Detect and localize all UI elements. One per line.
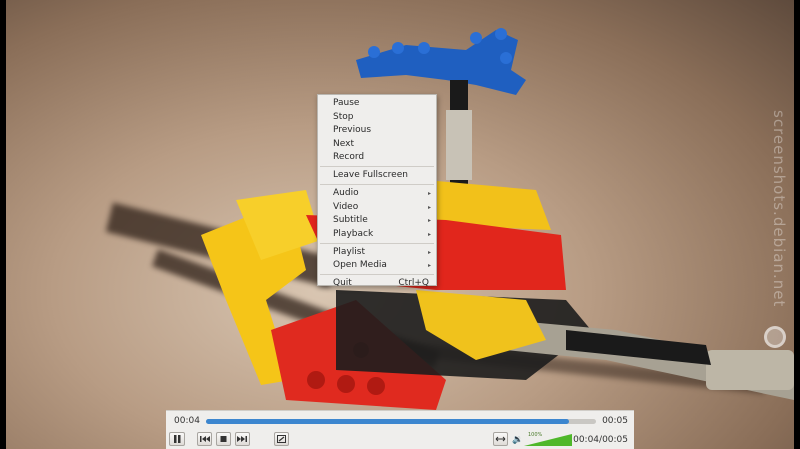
menu-item-leave-fullscreen[interactable]: Leave Fullscreen: [318, 169, 436, 183]
menu-item-label: Open Media: [333, 260, 387, 270]
menu-separator: [320, 242, 434, 244]
vlc-fullscreen-screen: screenshots.debian.net Pause Stop Previo…: [0, 0, 800, 449]
pause-icon: [174, 435, 181, 443]
menu-item-label: Pause: [333, 98, 360, 108]
skip-previous-icon: [200, 436, 210, 442]
menu-item-label: Video: [333, 201, 359, 212]
skip-next-icon: [237, 436, 247, 442]
menu-item-label: Leave Fullscreen: [333, 170, 408, 180]
seek-slider[interactable]: [206, 419, 596, 424]
submenu-arrow-icon: ▸: [427, 248, 431, 256]
watermark-text: screenshots.debian.net: [770, 110, 788, 308]
menu-item-shortcut: Ctrl+Q: [398, 278, 429, 288]
context-menu: Pause Stop Previous Next Record Leave Fu…: [317, 94, 437, 288]
stop-button[interactable]: [216, 432, 231, 446]
submenu-arrow-icon: ▸: [427, 262, 431, 269]
menu-item-label: Quit: [333, 278, 352, 288]
fullscreen-icon: [277, 435, 286, 443]
remaining-time[interactable]: 00:05: [602, 416, 628, 426]
menu-item-label: Record: [333, 152, 365, 162]
menu-separator: [320, 274, 434, 275]
menu-item-label: Playback: [333, 228, 374, 239]
menu-item-video[interactable]: Video ▸: [318, 201, 436, 215]
menu-item-audio[interactable]: Audio ▸: [318, 187, 436, 201]
previous-button[interactable]: [197, 432, 212, 446]
menu-item-next[interactable]: Next: [318, 138, 436, 152]
pause-button[interactable]: [169, 432, 185, 446]
menu-item-playlist[interactable]: Playlist ▸: [318, 246, 436, 260]
speaker-icon[interactable]: 🔉: [512, 435, 523, 445]
menu-separator: [320, 184, 434, 185]
menu-item-label: Next: [333, 138, 354, 149]
watermark-logo: [764, 326, 786, 348]
blue-propeller-piece: [356, 28, 526, 95]
menu-item-stop[interactable]: Stop: [318, 111, 436, 125]
elapsed-time: 00:04: [174, 416, 200, 426]
menu-item-label: Previous: [333, 125, 372, 135]
menu-item-record[interactable]: Record: [318, 151, 436, 165]
menu-item-label: Stop: [333, 111, 354, 122]
fullscreen-controller: 00:04 00:05 🔉 100% 00:04/00:05: [166, 410, 634, 449]
submenu-arrow-icon: ▸: [427, 230, 431, 238]
volume-percent: 100%: [528, 432, 543, 438]
seek-progress: [206, 419, 569, 424]
menu-item-label: Audio: [333, 188, 359, 198]
stop-icon: [220, 436, 227, 442]
menu-item-pause[interactable]: Pause: [318, 97, 436, 111]
submenu-arrow-icon: ▸: [427, 203, 431, 211]
menu-item-label: Subtitle: [333, 215, 368, 225]
fullscreen-button[interactable]: [274, 432, 289, 446]
time-display: 00:04/00:05: [573, 435, 628, 445]
menu-item-previous[interactable]: Previous: [318, 124, 436, 138]
menu-item-subtitle[interactable]: Subtitle ▸: [318, 214, 436, 228]
menu-item-label: Playlist: [333, 246, 365, 257]
loop-icon: [495, 436, 506, 442]
loop-button[interactable]: [493, 432, 508, 446]
menu-item-playback[interactable]: Playback ▸: [318, 228, 436, 242]
submenu-arrow-icon: ▸: [427, 217, 431, 224]
next-button[interactable]: [235, 432, 250, 446]
menu-item-quit[interactable]: Quit Ctrl+Q: [318, 277, 436, 291]
submenu-arrow-icon: ▸: [427, 190, 431, 197]
menu-item-open-media[interactable]: Open Media ▸: [318, 259, 436, 273]
menu-separator: [320, 166, 434, 167]
